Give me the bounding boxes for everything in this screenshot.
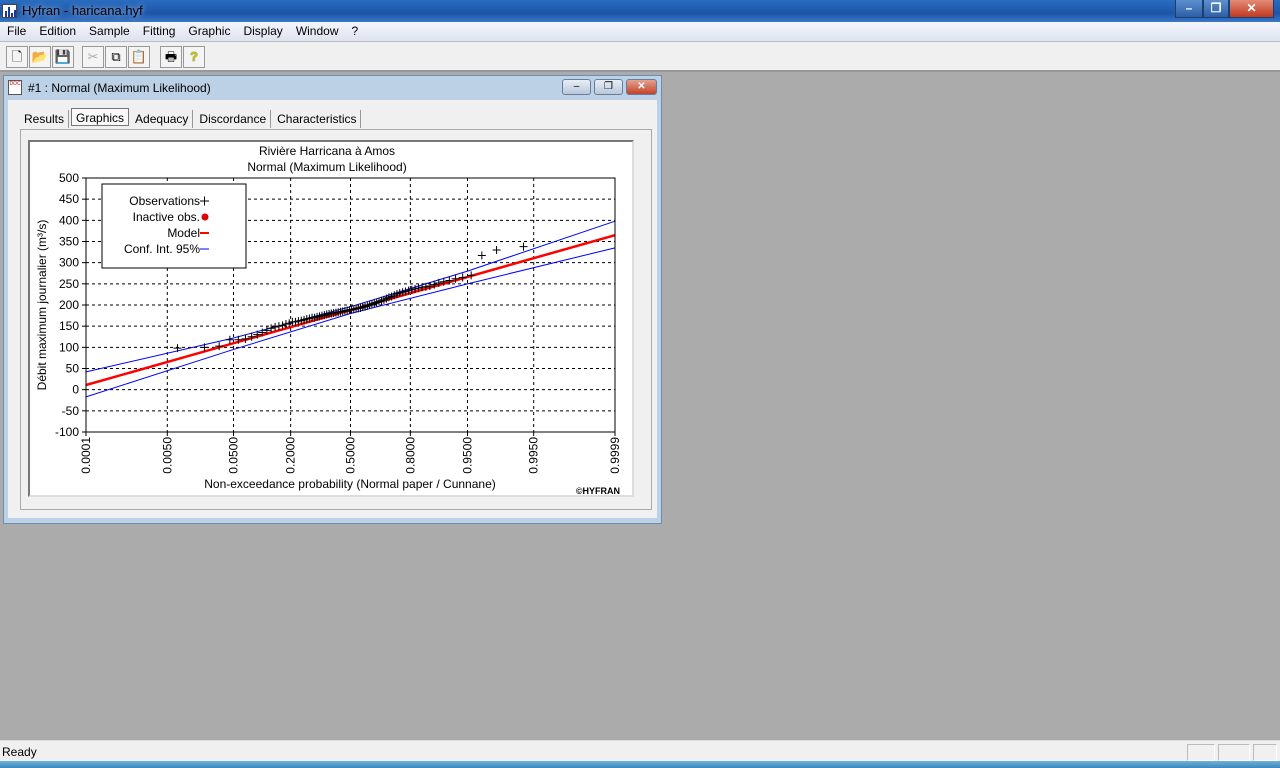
x-tick-label: 0.9500: [460, 437, 474, 474]
x-tick-label: 0.0500: [227, 437, 241, 474]
y-tick-label: 450: [59, 192, 79, 206]
y-tick-label: 0: [72, 383, 79, 397]
tab-bar: Results Graphics Adequacy Discordance Ch…: [20, 108, 363, 128]
observation-point: [467, 271, 476, 280]
chart-title: Rivière Harricana à Amos: [259, 144, 395, 158]
paste-icon[interactable]: 📋: [128, 46, 150, 68]
y-axis-label: Débit maximum journalier (m³/s): [35, 220, 49, 391]
help-icon[interactable]: ?: [183, 46, 205, 68]
observation-point: [519, 242, 528, 251]
print-icon[interactable]: 🖶: [160, 46, 182, 68]
x-tick-label: 0.0001: [79, 437, 93, 474]
legend-observations: Observations: [129, 194, 200, 208]
observation-point: [477, 251, 486, 260]
tab-characteristics[interactable]: Characteristics: [273, 110, 362, 128]
x-tick-label: 0.9999: [608, 437, 622, 474]
y-tick-label: -50: [62, 404, 80, 418]
observation-point: [173, 344, 182, 353]
chart-container: Rivière Harricana à Amos Normal (Maximum…: [28, 140, 634, 497]
close-button[interactable]: ✕: [1229, 0, 1274, 18]
open-icon[interactable]: 📂: [29, 46, 51, 68]
y-tick-label: 350: [59, 235, 79, 249]
minimize-button[interactable]: –: [1175, 0, 1203, 18]
new-icon[interactable]: 🗋: [6, 46, 28, 68]
x-tick-label: 0.9950: [527, 437, 541, 474]
document-icon: DOC: [8, 80, 22, 95]
probability-plot: Rivière Harricana à Amos Normal (Maximum…: [35, 144, 622, 496]
menu-sample[interactable]: Sample: [82, 22, 136, 38]
chart-subtitle: Normal (Maximum Likelihood): [247, 160, 406, 174]
y-tick-label: 150: [59, 319, 79, 333]
y-tick-label: 300: [59, 256, 79, 270]
y-tick-label: -100: [55, 425, 79, 439]
tab-graphics[interactable]: Graphics: [71, 108, 130, 126]
toolbar: 🗋 📂 💾 ✂ ⧉ 📋 🖶 ?: [0, 42, 1280, 72]
legend-inactive: Inactive obs.: [133, 210, 200, 224]
x-tick-label: 0.5000: [344, 437, 358, 474]
copy-icon[interactable]: ⧉: [105, 46, 127, 68]
x-tick-label: 0.2000: [284, 437, 298, 474]
child-window: DOC #1 : Normal (Maximum Likelihood) – ❐…: [3, 75, 662, 524]
y-tick-label: 100: [59, 340, 79, 354]
tab-discordance[interactable]: Discordance: [195, 110, 272, 128]
restore-button[interactable]: ❐: [1203, 0, 1229, 18]
y-tick-label: 50: [66, 362, 80, 376]
observation-point: [492, 245, 501, 254]
y-tick-label: 500: [59, 171, 79, 185]
child-restore-button[interactable]: ❐: [594, 79, 623, 95]
legend-inactive-marker: [201, 213, 209, 221]
tab-adequacy[interactable]: Adequacy: [131, 110, 194, 128]
y-tick-label: 250: [59, 277, 79, 291]
x-tick-label: 0.0050: [160, 437, 174, 474]
menu-graphic[interactable]: Graphic: [181, 22, 236, 38]
menu-fitting[interactable]: Fitting: [136, 22, 182, 38]
menu-bar: File Edition Sample Fitting Graphic Display Wi…: [0, 22, 1280, 42]
cut-icon[interactable]: ✂: [82, 46, 104, 68]
app-title: Hyfran - haricana.hyf: [22, 3, 143, 18]
y-tick-label: 200: [59, 298, 79, 312]
menu-window[interactable]: Window: [289, 22, 345, 38]
child-minimize-button[interactable]: –: [562, 79, 591, 95]
status-text: Ready: [2, 745, 37, 759]
save-icon[interactable]: 💾: [52, 46, 74, 68]
menu-help[interactable]: ?: [345, 22, 365, 38]
x-axis-label: Non-exceedance probability (Normal paper…: [204, 477, 496, 491]
app-titlebar: Hyfran - haricana.hyf – ❐ ✕: [0, 0, 1280, 22]
x-tick-label: 0.8000: [403, 437, 417, 474]
legend-conf-int: Conf. Int. 95%: [124, 242, 200, 256]
child-close-button[interactable]: ✕: [626, 79, 657, 95]
legend-model: Model: [167, 226, 200, 240]
graphics-panel: Rivière Harricana à Amos Normal (Maximum…: [20, 129, 652, 510]
legend: Observations Inactive obs. Model Conf. I…: [101, 183, 247, 269]
status-bar: Ready: [0, 740, 1280, 762]
y-tick-label: 400: [59, 213, 79, 227]
taskbar: [0, 761, 1280, 768]
menu-display[interactable]: Display: [236, 22, 288, 38]
menu-file[interactable]: File: [0, 22, 32, 38]
hyfran-app-icon: [2, 4, 17, 18]
copyright-label: ©HYFRAN: [576, 486, 620, 495]
child-window-title: #1 : Normal (Maximum Likelihood): [28, 81, 211, 95]
menu-edition[interactable]: Edition: [32, 22, 82, 38]
tab-results[interactable]: Results: [20, 110, 70, 128]
